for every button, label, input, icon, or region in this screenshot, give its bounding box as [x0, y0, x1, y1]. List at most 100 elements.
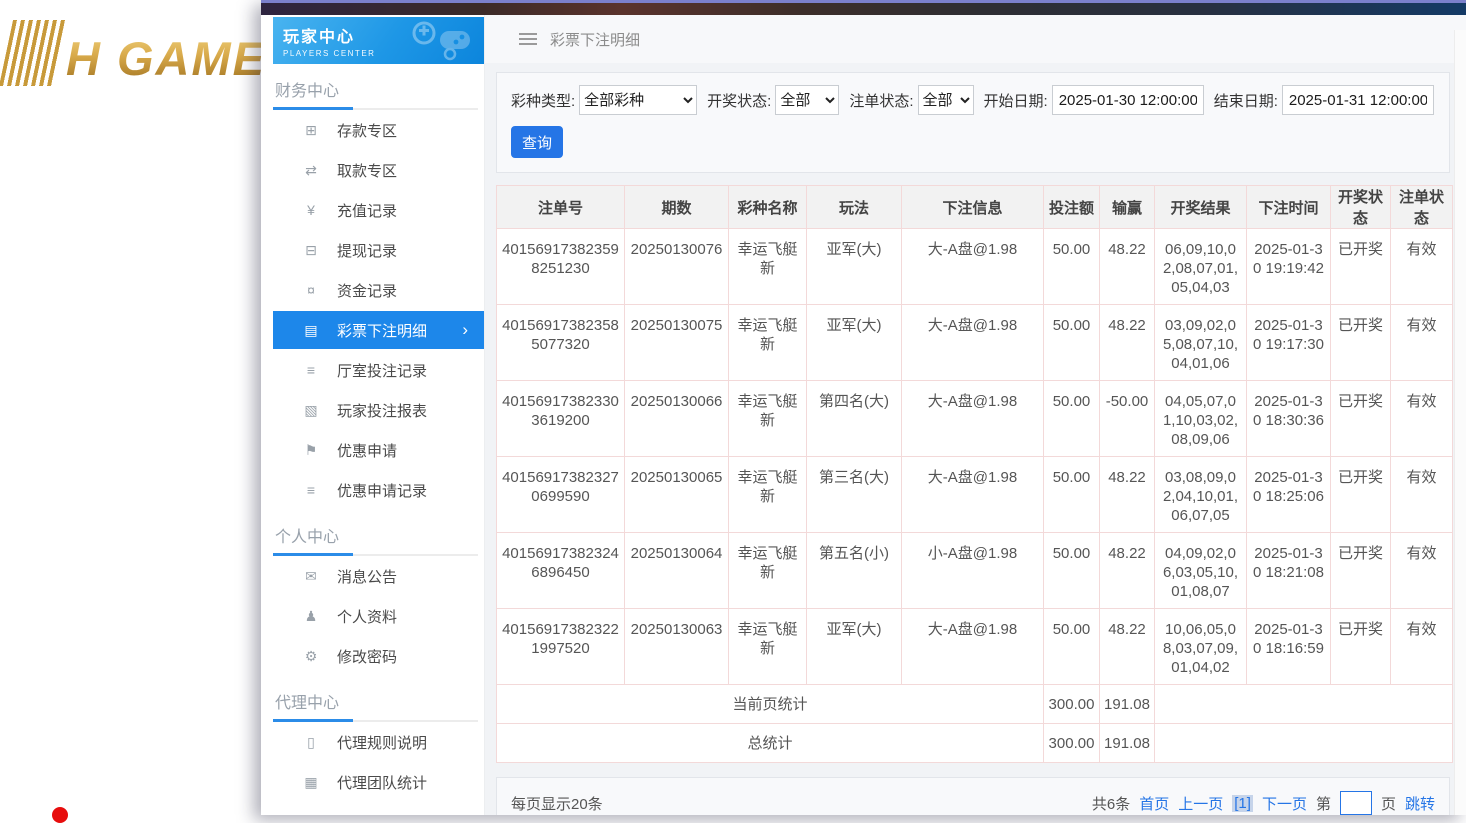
sidebar-item[interactable]: ♟个人资料 — [273, 596, 484, 636]
sidebar-item-label: 存款专区 — [337, 120, 397, 141]
cell-draw_result: 10,06,05,08,03,07,09,01,04,02 — [1155, 609, 1247, 685]
column-header-period: 期数 — [625, 186, 729, 229]
promo-apply-record-icon: ≡ — [301, 482, 321, 498]
column-header-draw_status: 开奖状态 — [1331, 186, 1391, 229]
top-decor-strip — [261, 0, 1466, 15]
column-header-order_status: 注单状态 — [1391, 186, 1453, 229]
section-title: 代理中心 — [273, 676, 484, 720]
prev-page-link[interactable]: 上一页 — [1178, 793, 1223, 814]
totals-empty — [1155, 724, 1453, 763]
agent-team-stats-icon: ▦ — [301, 774, 321, 791]
cell-play: 亚军(大) — [807, 229, 902, 305]
next-page-link[interactable]: 下一页 — [1262, 793, 1307, 814]
sidebar-item[interactable]: ⚑优惠申请 — [273, 430, 484, 470]
hall-bet-record-icon: ≡ — [301, 362, 321, 378]
sidebar-item[interactable]: ≡ 厅室投注记录 — [273, 350, 484, 390]
current-page-indicator[interactable]: [1] — [1232, 795, 1253, 812]
cell-bet_info: 大-A盘@1.98 — [902, 229, 1044, 305]
sidebar-item-label: 厅室投注记录 — [337, 360, 427, 381]
pagination-bar: 每页显示20条 共6条 首页 上一页 [1] 下一页 第 页 跳转 — [496, 777, 1450, 815]
section-title: 个人中心 — [273, 510, 484, 554]
sidebar-item-label: 代理规则说明 — [337, 732, 427, 753]
order-status-label: 注单状态: — [849, 90, 913, 111]
draw-status-label: 开奖状态: — [707, 90, 771, 111]
page-jump-input[interactable] — [1340, 791, 1372, 815]
cell-win_loss: 48.22 — [1100, 229, 1155, 305]
cell-bet_amount: 50.00 — [1044, 229, 1100, 305]
cell-bet_time: 2025-01-30 19:17:30 — [1247, 305, 1331, 381]
order-status-select[interactable]: 全部 — [918, 85, 974, 115]
cell-order_status: 有效 — [1391, 305, 1453, 381]
cell-order_no: 401569173823221997520 — [497, 609, 625, 685]
column-header-bet_amount: 投注额 — [1044, 186, 1100, 229]
sidebar-item-label: 充值记录 — [337, 200, 397, 221]
sidebar-item[interactable]: ▧玩家投注报表 — [273, 390, 484, 430]
bet-detail-table: 注单号期数彩种名称玩法下注信息投注额输赢开奖结果下注时间开奖状态注单状态 401… — [496, 185, 1453, 763]
sidebar-item[interactable]: ¤资金记录 — [273, 270, 484, 310]
totals-empty — [1155, 685, 1453, 724]
cell-draw_result: 03,08,09,02,04,10,01,06,07,05 — [1155, 457, 1247, 533]
totals-label: 当前页统计 — [497, 685, 1044, 724]
sidebar-item[interactable]: ✉消息公告 — [273, 556, 484, 596]
cell-order_no: 401569173823270699590 — [497, 457, 625, 533]
sidebar-item[interactable]: ▤彩票下注明细› — [273, 311, 484, 349]
cell-period: 20250130063 — [625, 609, 729, 685]
sidebar-item[interactable]: ⚙修改密码 — [273, 636, 484, 676]
scrollbar[interactable] — [1454, 30, 1466, 815]
column-header-bet_info: 下注信息 — [902, 186, 1044, 229]
hamburger-menu-icon[interactable] — [519, 33, 537, 45]
sidebar-item[interactable]: ⊟提现记录 — [273, 230, 484, 270]
sidebar-item[interactable]: ¥ 充值记录 — [273, 190, 484, 230]
sidebar-item-label: 代理团队统计 — [337, 772, 427, 793]
draw-status-select[interactable]: 全部 — [775, 85, 839, 115]
jump-action-link[interactable]: 跳转 — [1405, 793, 1435, 814]
sidebar-item[interactable]: ⊞存款专区 — [273, 110, 484, 150]
cell-bet_time: 2025-01-30 18:16:59 — [1247, 609, 1331, 685]
cell-order_status: 有效 — [1391, 229, 1453, 305]
sidebar-item-label: 个人资料 — [337, 606, 397, 627]
sidebar-item[interactable]: ⇄取款专区 — [273, 150, 484, 190]
cell-order_status: 有效 — [1391, 457, 1453, 533]
cell-lottery_name: 幸运飞艇新 — [729, 533, 807, 609]
cell-bet_info: 大-A盘@1.98 — [902, 609, 1044, 685]
content-topbar: 彩票下注明细 — [485, 15, 1466, 63]
recharge-record-icon: ¥ — [301, 202, 321, 218]
end-date-input[interactable] — [1282, 85, 1434, 115]
table-row: 40156917382358507732020250130075幸运飞艇新亚军(… — [497, 305, 1453, 381]
cell-lottery_name: 幸运飞艇新 — [729, 609, 807, 685]
lottery-type-select[interactable]: 全部彩种 — [579, 85, 697, 115]
table-row: 40156917382322199752020250130063幸运飞艇新亚军(… — [497, 609, 1453, 685]
logo-text: H GAME — [66, 31, 266, 86]
cell-draw_result: 04,05,07,01,10,03,02,08,09,06 — [1155, 381, 1247, 457]
sidebar-item-label: 修改密码 — [337, 646, 397, 667]
red-icon — [52, 807, 68, 823]
chevron-right-icon: › — [462, 320, 468, 340]
column-header-play: 玩法 — [807, 186, 902, 229]
cell-win_loss: 48.22 — [1100, 609, 1155, 685]
cell-bet_info: 大-A盘@1.98 — [902, 381, 1044, 457]
jump-prefix-label: 第 — [1316, 793, 1331, 814]
sidebar-item[interactable]: ≡优惠申请记录 — [273, 470, 484, 510]
cell-order_no: 401569173823598251230 — [497, 229, 625, 305]
start-date-input[interactable] — [1052, 85, 1204, 115]
cell-bet_amount: 50.00 — [1044, 305, 1100, 381]
sidebar-item[interactable]: ▦ 代理团队统计 — [273, 762, 484, 802]
section-divider — [273, 108, 478, 110]
sidebar-item[interactable]: ▯代理规则说明 — [273, 722, 484, 762]
sidebar-item-label: 提现记录 — [337, 240, 397, 261]
cell-bet_info: 大-A盘@1.98 — [902, 305, 1044, 381]
section-title: 财务中心 — [273, 64, 484, 108]
cell-order_no: 401569173823303619200 — [497, 381, 625, 457]
cell-bet_amount: 50.00 — [1044, 609, 1100, 685]
cell-play: 亚军(大) — [807, 305, 902, 381]
column-header-order_no: 注单号 — [497, 186, 625, 229]
background-page: H GAME — [0, 0, 262, 815]
section-divider — [273, 720, 478, 722]
jump-suffix-label: 页 — [1381, 793, 1396, 814]
table-row: 40156917382330361920020250130066幸运飞艇新第四名… — [497, 381, 1453, 457]
table-header-row: 注单号期数彩种名称玩法下注信息投注额输赢开奖结果下注时间开奖状态注单状态 — [497, 186, 1453, 229]
first-page-link[interactable]: 首页 — [1139, 793, 1169, 814]
search-button[interactable]: 查询 — [511, 126, 563, 158]
total-count: 共6条 — [1092, 793, 1130, 814]
logo-striped-h-icon — [0, 20, 67, 86]
